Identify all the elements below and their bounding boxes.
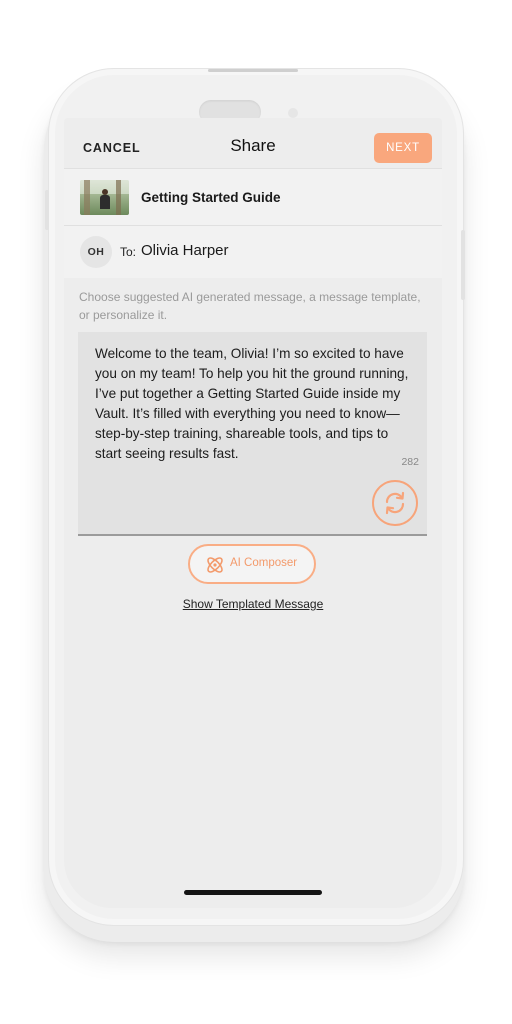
shared-item-row: Getting Started Guide: [64, 168, 442, 225]
atom-icon: [207, 557, 223, 573]
refresh-icon: [385, 491, 405, 515]
message-field[interactable]: Welcome to the team, Olivia! I’m so exci…: [78, 332, 427, 536]
regenerate-button[interactable]: [372, 480, 418, 526]
guide-title: Getting Started Guide: [141, 190, 281, 205]
to-label: To:: [120, 245, 137, 259]
avatar: OH: [80, 236, 112, 268]
instruction-text: Choose suggested AI generated message, a…: [79, 290, 421, 322]
character-count: 282: [401, 456, 419, 468]
ai-composer-button[interactable]: AI Composer: [188, 544, 316, 584]
next-button[interactable]: NEXT: [374, 133, 432, 163]
header: CANCEL Share NEXT: [64, 118, 442, 168]
recipient-row[interactable]: OH To: Olivia Harper: [64, 225, 442, 278]
side-button: [461, 230, 465, 300]
phone-top-edge: [208, 69, 298, 72]
ai-composer-label: AI Composer: [230, 557, 298, 569]
home-indicator[interactable]: [184, 890, 322, 895]
message-text[interactable]: Welcome to the team, Olivia! I’m so exci…: [95, 344, 417, 464]
show-template-link[interactable]: Show Templated Message: [64, 597, 442, 611]
camera-dot: [288, 108, 298, 118]
guide-thumbnail: [80, 180, 129, 215]
app-screen: CANCEL Share NEXT Getting Started Guide …: [64, 118, 442, 908]
side-button: [45, 190, 49, 230]
recipient-name: Olivia Harper: [141, 242, 229, 259]
canvas: CANCEL Share NEXT Getting Started Guide …: [0, 0, 512, 1024]
